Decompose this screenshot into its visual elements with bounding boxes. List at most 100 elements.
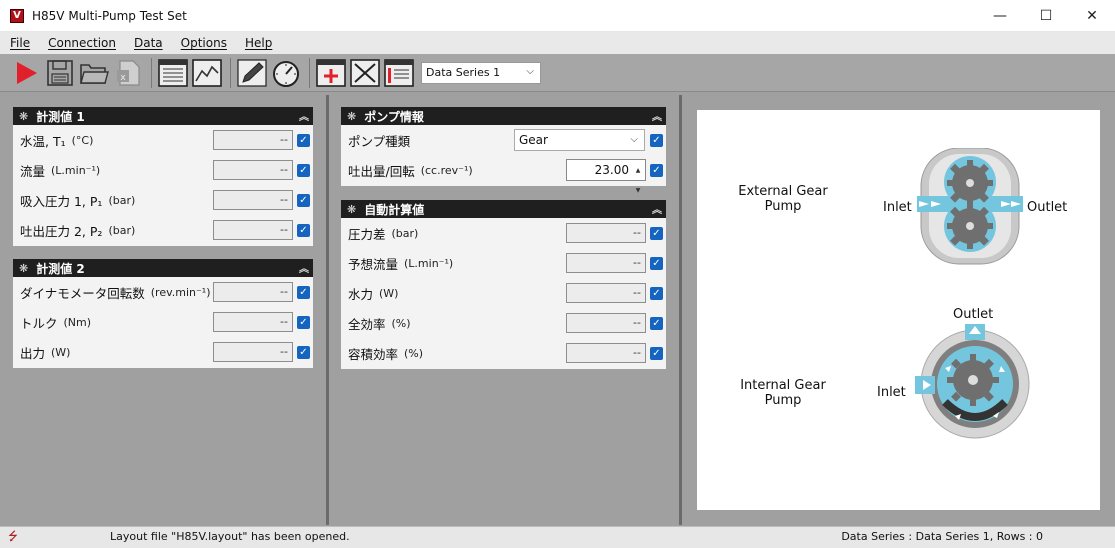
chevron-down-icon: ⌵ — [526, 65, 534, 77]
data-series-select-value: Data Series 1 — [426, 66, 501, 79]
checkbox[interactable]: ✓ — [650, 163, 663, 177]
data-series-select[interactable]: Data Series 1 ⌵ — [421, 61, 541, 84]
row-label: 水温, T₁ — [20, 133, 66, 149]
menu-connection[interactable]: Connection — [48, 36, 116, 50]
row-unit: (%) — [391, 316, 411, 330]
collapse-icon[interactable]: ︽ — [652, 201, 662, 216]
value-field: -- — [566, 253, 646, 273]
play-button[interactable] — [10, 57, 42, 89]
collapse-icon[interactable]: ︽ — [299, 260, 309, 275]
checkbox[interactable]: ✓ — [297, 133, 310, 147]
checkbox[interactable]: ✓ — [297, 345, 310, 359]
checkbox[interactable]: ✓ — [297, 223, 310, 237]
series-info: Data Series : Data Series 1, Rows : 0 — [841, 530, 1043, 543]
checkbox[interactable]: ✓ — [650, 346, 663, 360]
value-field: -- — [566, 283, 646, 303]
checkbox[interactable]: ✓ — [650, 133, 663, 147]
value-field: -- — [213, 220, 293, 240]
value-field: -- — [213, 130, 293, 150]
row-label: 出力 — [20, 345, 46, 361]
displacement-stepper[interactable]: 23.00 ▲ ▼ — [566, 159, 646, 194]
measured-values-1-group: ❋ 計測値 1 ︽ 水温, T₁ (°C) -- ✓ 流量 (L.min⁻¹) … — [13, 107, 313, 246]
value-field: -- — [213, 282, 293, 302]
open-folder-button[interactable] — [78, 57, 110, 89]
measurement-row: 出力 (W) -- ✓ — [13, 337, 313, 367]
checkbox[interactable]: ✓ — [650, 226, 663, 240]
title-line: External Gear — [738, 184, 828, 199]
save-button[interactable] — [44, 57, 76, 89]
checkbox[interactable]: ✓ — [650, 286, 663, 300]
edit-button[interactable] — [236, 57, 268, 89]
add-row-button[interactable] — [315, 57, 347, 89]
value-field: -- — [566, 313, 646, 333]
row-label: 吸入圧力 1, P₁ — [20, 193, 103, 209]
delete-row-button[interactable] — [349, 57, 381, 89]
series-table-button[interactable] — [383, 57, 415, 89]
svg-text:x: x — [120, 73, 126, 83]
pencil-icon — [237, 58, 267, 87]
calculated-values-group: ❋ 自動計算値 ︽ 圧力差 (bar) -- ✓ 予想流量 (L.min⁻¹) … — [341, 200, 666, 369]
graph-view-button[interactable] — [191, 57, 223, 89]
title-line: Internal Gear — [740, 378, 826, 393]
usb-icon: ⭍ — [8, 529, 18, 543]
row-label: 全効率 — [348, 316, 386, 332]
row-unit: (rev.min⁻¹) — [150, 285, 211, 299]
group-header[interactable]: ❋ ポンプ情報 ︽ — [341, 107, 666, 125]
checkbox[interactable]: ✓ — [650, 256, 663, 270]
checkbox[interactable]: ✓ — [297, 285, 310, 299]
collapse-icon[interactable]: ︽ — [652, 108, 662, 123]
calculated-row: 予想流量 (L.min⁻¹) -- ✓ — [341, 248, 666, 278]
toolbar-separator — [230, 57, 231, 88]
table-view-button[interactable] — [157, 57, 189, 89]
external-inlet-label: Inlet — [883, 200, 912, 215]
close-button[interactable]: ✕ — [1069, 0, 1115, 32]
checkbox[interactable]: ✓ — [297, 163, 310, 177]
group-header[interactable]: ❋ 計測値 2 ︽ — [13, 259, 313, 277]
pump-type-label: ポンプ種類 — [348, 133, 411, 149]
checkbox[interactable]: ✓ — [650, 316, 663, 330]
excel-file-icon: x — [117, 59, 140, 86]
table-icon — [158, 58, 188, 87]
spinner-arrows-icon[interactable]: ▲ ▼ — [632, 161, 644, 194]
external-gear-pump-diagram — [917, 148, 1023, 265]
pump-type-select[interactable]: Gear ⌵ — [514, 129, 645, 151]
line-graph-icon — [192, 58, 222, 87]
folder-icon — [80, 63, 109, 84]
series-table-icon — [384, 58, 414, 87]
gear-icon: ❋ — [347, 202, 357, 216]
measurement-row: 吐出圧力 2, P₂ (bar) -- ✓ — [13, 215, 313, 245]
timer-button[interactable] — [270, 57, 302, 89]
pump-type-row: ポンプ種類 Gear ⌵ ✓ — [341, 125, 666, 155]
menu-file[interactable]: File — [10, 36, 30, 50]
measurement-row: 水温, T₁ (°C) -- ✓ — [13, 125, 313, 155]
group-header[interactable]: ❋ 計測値 1 ︽ — [13, 107, 313, 125]
menu-data[interactable]: Data — [134, 36, 163, 50]
value-field: -- — [566, 343, 646, 363]
toolbar-separator — [151, 57, 152, 88]
external-gear-pump-title: External Gear Pump — [735, 184, 831, 214]
calculated-row: 圧力差 (bar) -- ✓ — [341, 218, 666, 248]
row-unit: (°C) — [71, 133, 94, 147]
gear-icon — [947, 204, 993, 249]
row-unit: (W) — [379, 286, 399, 300]
displacement-value: 23.00 — [594, 163, 629, 177]
checkbox[interactable]: ✓ — [297, 315, 310, 329]
menu-options[interactable]: Options — [181, 36, 227, 50]
internal-outlet-label: Outlet — [953, 307, 994, 322]
row-label: トルク — [20, 315, 58, 331]
checkbox[interactable]: ✓ — [297, 193, 310, 207]
measurement-row: 流量 (L.min⁻¹) -- ✓ — [13, 155, 313, 185]
export-excel-button[interactable]: x — [112, 57, 144, 89]
calculated-row: 容積効率 (%) -- ✓ — [341, 338, 666, 368]
play-icon — [17, 61, 37, 84]
row-label: ダイナモメータ回転数 — [20, 285, 145, 301]
maximize-button[interactable]: ☐ — [1023, 0, 1069, 32]
value-field: -- — [213, 312, 293, 332]
minimize-button[interactable]: — — [977, 0, 1023, 32]
pump-type-value: Gear — [519, 133, 548, 147]
collapse-icon[interactable]: ︽ — [299, 108, 309, 123]
pump-diagram-panel: External Gear Pump Inlet Outlet Internal… — [697, 110, 1100, 510]
title-line: Pump — [764, 393, 802, 408]
group-header[interactable]: ❋ 自動計算値 ︽ — [341, 200, 666, 218]
menu-help[interactable]: Help — [245, 36, 272, 50]
